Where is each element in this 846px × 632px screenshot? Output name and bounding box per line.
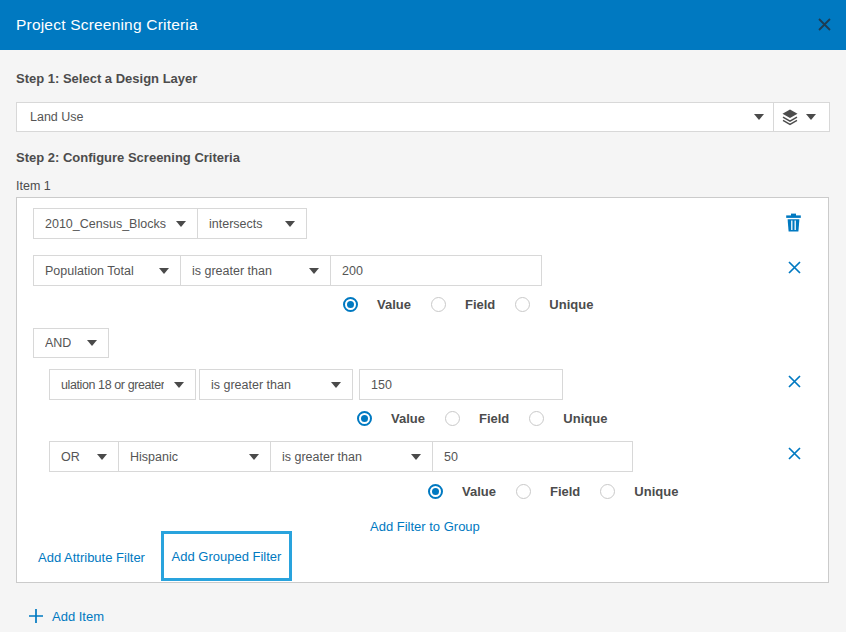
layers-icon[interactable] [782, 109, 798, 130]
radio-icon [431, 297, 446, 312]
filter1-operator-value: is greater than [192, 264, 272, 278]
conjunction-and-value: AND [45, 336, 71, 350]
item-label: Item 1 [16, 179, 51, 193]
filter2-field-dropdown[interactable]: ulation 18 or greater [49, 369, 196, 400]
remove-x-icon[interactable] [787, 260, 802, 275]
filter2-operator-dropdown[interactable]: is greater than [199, 369, 353, 400]
close-icon[interactable] [816, 16, 833, 33]
radio-unique[interactable]: Unique [600, 484, 698, 499]
divider [773, 103, 774, 131]
radio-icon [515, 297, 530, 312]
radio-icon [445, 411, 460, 426]
filter2-value-type-radios: Value Field Unique [357, 411, 627, 426]
plus-icon [28, 608, 44, 624]
filter1-value-input[interactable] [330, 255, 542, 286]
filter3-value-input[interactable] [432, 441, 633, 472]
radio-field[interactable]: Field [431, 297, 515, 312]
radio-unique[interactable]: Unique [529, 411, 627, 426]
remove-x-icon[interactable] [787, 374, 802, 389]
add-grouped-filter-highlight: Add Grouped Filter [161, 531, 292, 581]
conjunction-or-dropdown[interactable]: OR [49, 441, 119, 472]
filter3-operator-value: is greater than [282, 450, 362, 464]
spatial-operator-dropdown[interactable]: intersects [197, 208, 307, 239]
chevron-down-icon [97, 454, 107, 460]
radio-field[interactable]: Field [516, 484, 600, 499]
add-item-button[interactable]: Add Item [28, 608, 104, 624]
chevron-down-icon [174, 382, 184, 388]
filter1-field-dropdown[interactable]: Population Total [33, 255, 181, 286]
radio-value[interactable]: Value [343, 297, 431, 312]
spatial-layer-value: 2010_Census_Blocks [45, 217, 166, 231]
filter1-value-type-radios: Value Field Unique [343, 297, 613, 312]
remove-x-icon[interactable] [787, 446, 802, 461]
radio-selected-icon [343, 297, 358, 312]
radio-icon [516, 484, 531, 499]
chevron-down-icon [249, 454, 259, 460]
radio-value[interactable]: Value [428, 484, 516, 499]
radio-field[interactable]: Field [445, 411, 529, 426]
radio-value[interactable]: Value [357, 411, 445, 426]
chevron-down-icon [285, 221, 295, 227]
spatial-operator-value: intersects [209, 217, 263, 231]
add-filter-to-group-link[interactable]: Add Filter to Group [370, 519, 480, 534]
conjunction-or-value: OR [61, 450, 80, 464]
filter3-field-dropdown[interactable]: Hispanic [118, 441, 271, 472]
chevron-down-icon [87, 340, 97, 346]
design-layer-value: Land Use [30, 103, 84, 131]
conjunction-and-dropdown[interactable]: AND [33, 328, 109, 358]
filter1-operator-dropdown[interactable]: is greater than [180, 255, 331, 286]
radio-selected-icon [357, 411, 372, 426]
chevron-down-icon [176, 221, 186, 227]
step1-heading: Step 1: Select a Design Layer [16, 71, 197, 86]
radio-icon [529, 411, 544, 426]
filter3-value-type-radios: Value Field Unique [428, 484, 698, 499]
chevron-down-icon [411, 454, 421, 460]
chevron-down-icon [331, 382, 341, 388]
radio-icon [600, 484, 615, 499]
radio-selected-icon [428, 484, 443, 499]
filter2-operator-value: is greater than [211, 378, 291, 392]
chevron-down-icon [159, 268, 169, 274]
trash-icon[interactable] [785, 213, 802, 232]
filter2-field-value: ulation 18 or greater [61, 378, 164, 392]
chevron-down-icon[interactable] [806, 114, 816, 120]
criteria-panel: 2010_Census_Blocks intersects Population… [16, 197, 829, 583]
add-attribute-filter-link[interactable]: Add Attribute Filter [38, 550, 145, 565]
filter3-operator-dropdown[interactable]: is greater than [270, 441, 433, 472]
design-layer-select[interactable]: Land Use [16, 102, 830, 132]
chevron-down-icon [309, 268, 319, 274]
add-item-label: Add Item [52, 609, 104, 624]
radio-unique[interactable]: Unique [515, 297, 613, 312]
dialog-header: Project Screening Criteria [0, 0, 846, 50]
chevron-down-icon [754, 114, 764, 120]
spatial-layer-dropdown[interactable]: 2010_Census_Blocks [33, 208, 198, 239]
filter1-field-value: Population Total [45, 264, 134, 278]
dialog-title: Project Screening Criteria [16, 0, 198, 50]
filter2-value-input[interactable] [359, 369, 563, 400]
step2-heading: Step 2: Configure Screening Criteria [16, 150, 240, 165]
filter3-field-value: Hispanic [130, 450, 178, 464]
add-grouped-filter-link[interactable]: Add Grouped Filter [172, 549, 282, 564]
